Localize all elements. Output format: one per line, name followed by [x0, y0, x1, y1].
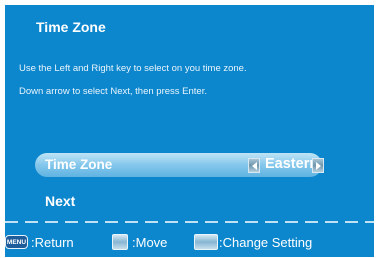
menu-key-icon: MENU [5, 235, 28, 249]
return-hint: :Return [31, 235, 74, 250]
footer-divider [5, 221, 374, 223]
navigate-buttons-icon [112, 234, 128, 250]
change-setting-hint: :Change Setting [219, 235, 313, 250]
next-button[interactable]: Next [45, 193, 75, 209]
instruction-line-2: Down arrow to select Next, then press En… [19, 86, 207, 97]
time-zone-selector[interactable]: Time Zone Eastern [35, 153, 324, 177]
time-zone-label: Time Zone [45, 157, 113, 172]
time-zone-value: Eastern [265, 156, 319, 172]
time-zone-screen: Time Zone Use the Left and Right key to … [5, 5, 374, 257]
right-arrow-icon[interactable] [312, 158, 324, 173]
left-arrow-icon[interactable] [248, 158, 260, 173]
instruction-line-1: Use the Left and Right key to select on … [19, 63, 247, 74]
page-title: Time Zone [36, 19, 106, 35]
move-hint: :Move [132, 235, 168, 250]
left-right-buttons-icon [194, 234, 218, 250]
